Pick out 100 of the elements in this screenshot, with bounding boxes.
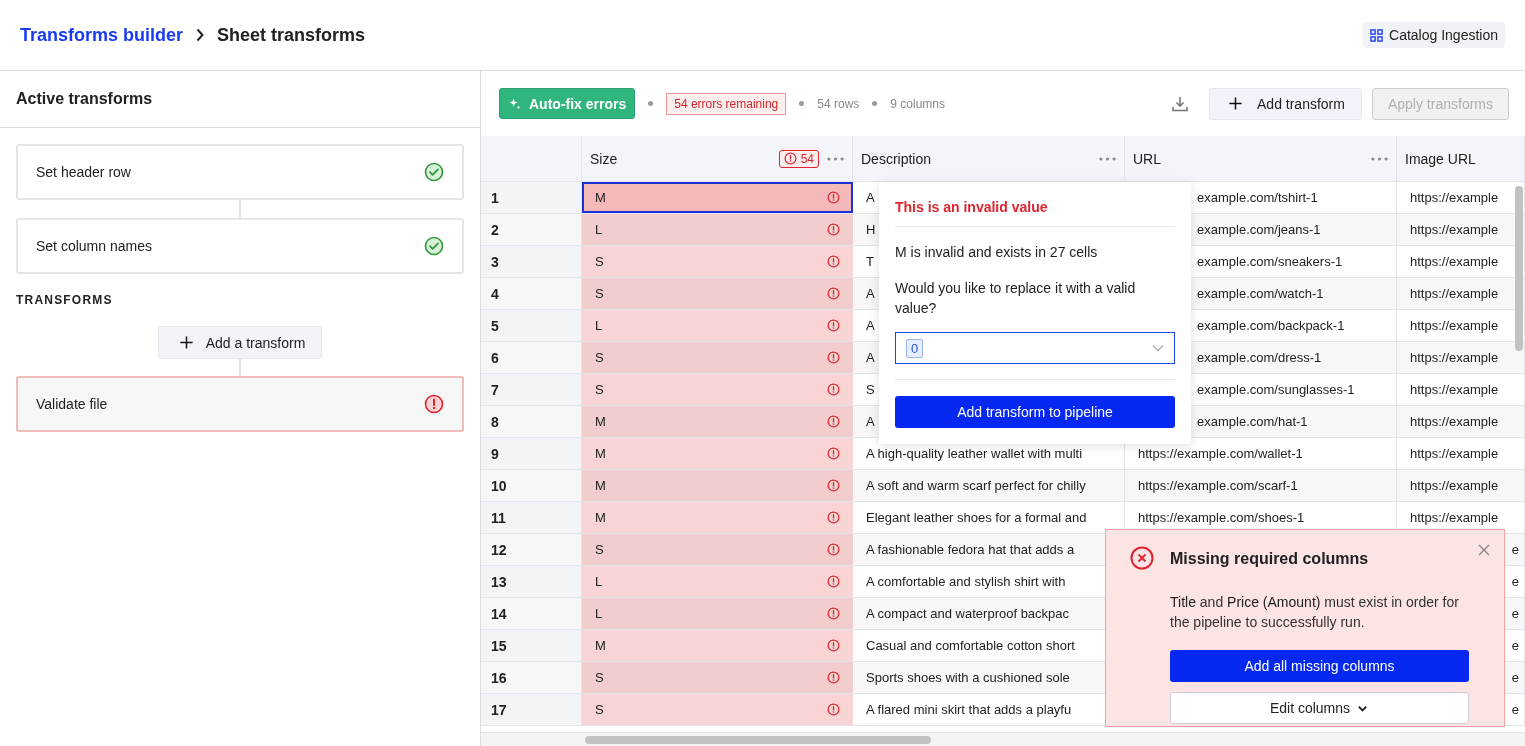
column-header[interactable]: URL: [1125, 136, 1397, 181]
column-header[interactable]: Image URL: [1397, 136, 1525, 181]
alert-icon: [827, 639, 840, 652]
table-cell[interactable]: L: [582, 566, 853, 597]
add-to-pipeline-button[interactable]: Add transform to pipeline: [895, 396, 1175, 428]
panel-title: Active transforms: [0, 71, 480, 128]
alert-icon: [827, 191, 840, 204]
alert-icon: [827, 511, 840, 524]
value-select[interactable]: 0: [895, 332, 1175, 364]
alert-icon: [783, 152, 797, 165]
alert-icon: [827, 447, 840, 460]
scrollbar-thumb[interactable]: [1515, 186, 1523, 351]
column-header[interactable]: Size 54: [582, 136, 853, 181]
separator-dot: [872, 101, 878, 106]
alert-icon: [827, 351, 840, 364]
row-number: 10: [481, 470, 582, 501]
row-number: 12: [481, 534, 582, 565]
table-cell[interactable]: L: [582, 214, 853, 245]
alert-icon: [827, 287, 840, 300]
table-cell: https://example: [1397, 342, 1525, 373]
sparkle-icon: [508, 97, 521, 110]
edit-columns-button[interactable]: Edit columns: [1170, 692, 1469, 724]
popover-title: This is an invalid value: [895, 199, 1175, 227]
alert-icon: [827, 575, 840, 588]
table-cell: https://example.com/scarf-1: [1125, 470, 1397, 501]
page-title: Sheet transforms: [217, 24, 366, 46]
add-transform-button[interactable]: Add transform: [1209, 87, 1362, 120]
toast-title: Missing required columns: [1170, 550, 1370, 569]
row-number: 5: [481, 310, 582, 341]
separator-dot: [799, 101, 805, 106]
alert-icon: [827, 223, 840, 236]
row-number: 17: [481, 694, 582, 725]
alert-icon: [827, 703, 840, 716]
table-cell[interactable]: M: [582, 406, 853, 437]
column-title: Description: [861, 150, 933, 167]
row-number: 4: [481, 278, 582, 309]
breadcrumb-link[interactable]: Transforms builder: [20, 24, 184, 46]
table-cell[interactable]: L: [582, 598, 853, 629]
row-number: 13: [481, 566, 582, 597]
download-icon[interactable]: [1171, 94, 1189, 113]
transform-card[interactable]: Set column names: [16, 218, 464, 274]
chevron-right-icon: [195, 28, 206, 42]
row-number: 3: [481, 246, 582, 277]
close-icon[interactable]: [1478, 544, 1490, 556]
column-title: URL: [1133, 150, 1162, 167]
grid-icon: [1370, 28, 1384, 42]
value-chip: 0: [906, 338, 924, 358]
alert-icon: [827, 319, 840, 332]
transform-card[interactable]: Set header row: [16, 144, 464, 200]
table-cell[interactable]: M: [582, 502, 853, 533]
table-cell[interactable]: S: [582, 662, 853, 693]
add-missing-columns-button[interactable]: Add all missing columns: [1170, 650, 1469, 682]
row-number: 8: [481, 406, 582, 437]
transform-label: Validate file: [36, 396, 108, 412]
more-icon[interactable]: [1099, 156, 1116, 161]
transform-label: Set column names: [36, 238, 152, 254]
table-cell[interactable]: S: [582, 278, 853, 309]
table-cell[interactable]: M: [582, 182, 853, 213]
table-cell[interactable]: S: [582, 694, 853, 725]
transform-card[interactable]: Validate file: [16, 376, 464, 432]
alert-icon: [827, 607, 840, 620]
transform-label: Set header row: [36, 164, 131, 180]
table-cell[interactable]: M: [582, 630, 853, 661]
table-cell[interactable]: L: [582, 310, 853, 341]
row-number: 1: [481, 182, 582, 213]
errors-remaining-badge: 54 errors remaining: [666, 92, 787, 115]
column-title: Image URL: [1405, 150, 1477, 167]
row-number: 14: [481, 598, 582, 629]
more-icon[interactable]: [1371, 156, 1388, 161]
separator-dot: [648, 101, 654, 106]
row-number: 15: [481, 630, 582, 661]
row-number: 11: [481, 502, 582, 533]
row-number: 7: [481, 374, 582, 405]
table-cell[interactable]: M: [582, 438, 853, 469]
row-number: 16: [481, 662, 582, 693]
workspace-badge[interactable]: Catalog Ingestion: [1363, 22, 1505, 48]
table-cell: A soft and warm scarf perfect for chilly: [853, 470, 1125, 501]
table-cell[interactable]: S: [582, 374, 853, 405]
table-cell[interactable]: S: [582, 342, 853, 373]
column-title: Size: [590, 150, 619, 167]
alert-icon: [827, 383, 840, 396]
table-cell: https://example: [1397, 406, 1525, 437]
row-number: 6: [481, 342, 582, 373]
plus-icon: [178, 335, 194, 350]
more-icon[interactable]: [827, 156, 844, 161]
horizontal-scrollbar[interactable]: [481, 732, 1525, 746]
table-cell[interactable]: S: [582, 534, 853, 565]
table-cell[interactable]: M: [582, 470, 853, 501]
alert-icon: [827, 543, 840, 556]
add-transform-button[interactable]: Add a transform: [157, 326, 323, 359]
table-cell[interactable]: S: [582, 246, 853, 277]
column-header[interactable]: Description: [853, 136, 1125, 181]
section-label: TRANSFORMS: [16, 292, 113, 309]
alert-icon: [827, 479, 840, 492]
table-cell: https://example: [1397, 278, 1525, 309]
error-x-icon: [1130, 546, 1154, 570]
row-count: 54 rows: [817, 96, 860, 111]
row-number: 9: [481, 438, 582, 469]
plus-icon: [1228, 96, 1243, 111]
column-count: 9 columns: [890, 96, 945, 111]
